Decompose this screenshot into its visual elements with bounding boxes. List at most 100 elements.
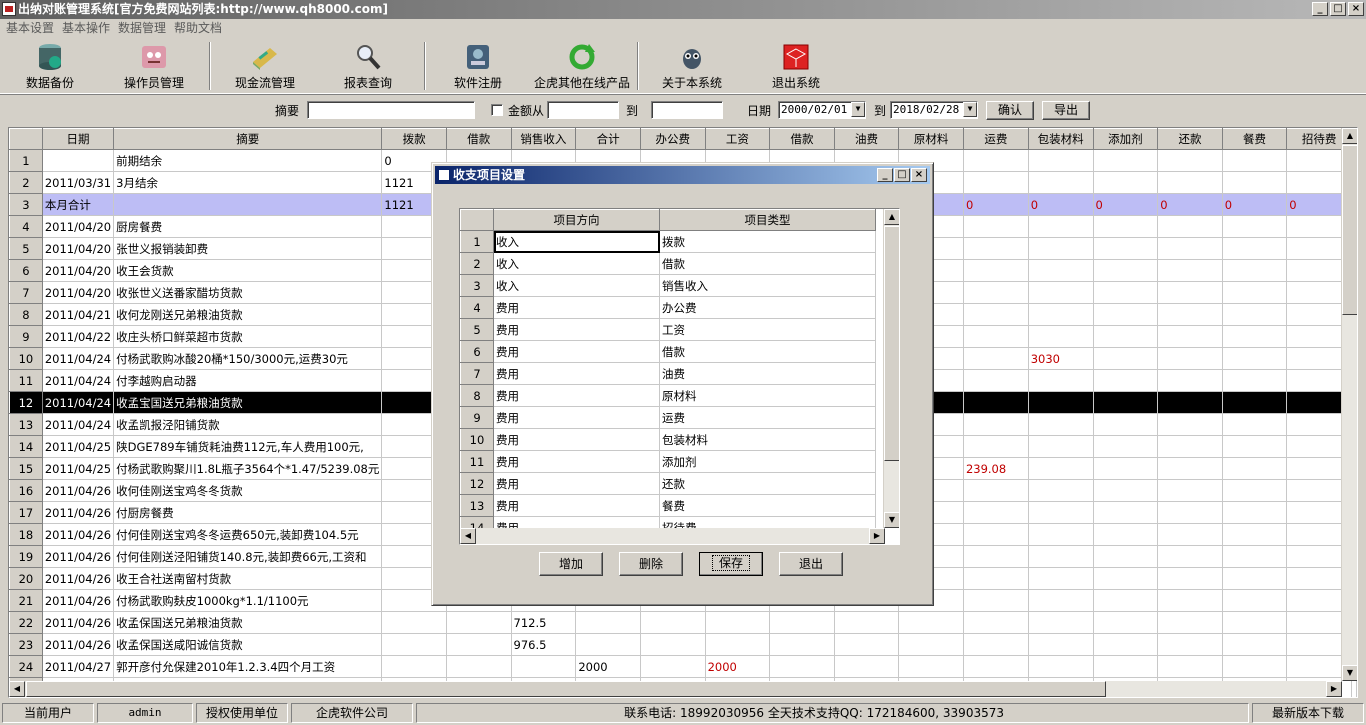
table-cell[interactable]: 收张世义送番家醋坊货款	[113, 281, 383, 304]
table-row[interactable]: 10 费用 包装材料	[460, 428, 876, 451]
table-cell[interactable]	[1221, 281, 1288, 304]
table-cell[interactable]	[1157, 171, 1223, 194]
table-row[interactable]: 23 2011/04/26 收孟保国送咸阳诚信货款 976.5	[9, 633, 1357, 656]
table-cell[interactable]: 收孟保国送咸阳诚信货款	[113, 633, 383, 656]
table-cell[interactable]: 2011/04/26	[41, 545, 115, 568]
table-cell[interactable]	[1157, 567, 1223, 590]
table-cell[interactable]	[1027, 303, 1094, 326]
table-cell[interactable]	[1092, 545, 1159, 568]
table-row[interactable]: 9 费用 运费	[460, 406, 876, 429]
table-cell[interactable]	[1027, 457, 1094, 480]
table-cell[interactable]	[1092, 523, 1159, 546]
table-cell[interactable]	[1027, 215, 1094, 238]
table-cell[interactable]	[1092, 501, 1159, 524]
table-row[interactable]: 5 费用 工资	[460, 318, 876, 341]
item-direction-cell[interactable]: 费用	[493, 450, 660, 473]
table-cell[interactable]	[962, 369, 1029, 392]
column-header[interactable]: 餐费	[1221, 128, 1288, 150]
table-cell[interactable]	[1157, 633, 1223, 656]
table-cell[interactable]	[1027, 413, 1094, 436]
row-number[interactable]: 21	[9, 589, 43, 612]
table-cell[interactable]	[962, 325, 1029, 348]
scroll-up-icon[interactable]: ▲	[884, 209, 899, 225]
row-number[interactable]: 18	[9, 523, 43, 546]
table-cell[interactable]: 3030	[1027, 347, 1094, 370]
table-cell[interactable]	[381, 633, 447, 656]
table-cell[interactable]	[1027, 237, 1094, 260]
exit-button[interactable]: 退出	[779, 552, 843, 576]
table-cell[interactable]	[1027, 171, 1094, 194]
item-direction-cell[interactable]: 费用	[493, 384, 660, 407]
delete-button[interactable]: 删除	[619, 552, 683, 576]
table-cell[interactable]	[1027, 655, 1094, 678]
menu-data-management[interactable]: 数据管理	[116, 19, 172, 38]
table-cell[interactable]: 收孟宝国送兄弟粮油货款	[113, 391, 383, 414]
table-cell[interactable]	[1221, 413, 1288, 436]
row-number[interactable]: 15	[9, 457, 43, 480]
table-cell[interactable]: 收何龙刚送兄弟粮油货款	[113, 303, 383, 326]
chevron-down-icon[interactable]: ▼	[963, 102, 977, 117]
table-cell[interactable]: 付杨武歌购聚川1.8L瓶子3564个*1.47/5239.08元	[113, 457, 383, 480]
table-cell[interactable]: 前期结余	[113, 149, 383, 172]
horizontal-scrollbar[interactable]: ◀ ▶	[9, 681, 1342, 697]
scroll-up-icon[interactable]: ▲	[1342, 128, 1357, 144]
item-direction-cell[interactable]: 费用	[493, 406, 660, 429]
table-cell[interactable]	[962, 611, 1029, 634]
table-row[interactable]: 6 费用 借款	[460, 340, 876, 363]
table-cell[interactable]	[1221, 347, 1288, 370]
table-cell[interactable]: 2011/04/26	[41, 633, 115, 656]
table-cell[interactable]: 郭开彦付允保建2010年1.2.3.4四个月工资	[113, 655, 383, 678]
save-button[interactable]: 保存	[699, 552, 763, 576]
export-button[interactable]: 导出	[1042, 101, 1090, 120]
exit-system-button[interactable]: 退出系统	[768, 42, 824, 91]
table-cell[interactable]	[41, 149, 115, 172]
row-number[interactable]: 10	[9, 347, 43, 370]
table-cell[interactable]: 陕DGE789车铺货耗油费112元,车人费用100元,	[113, 435, 383, 458]
table-cell[interactable]: 付厨房餐费	[113, 501, 383, 524]
row-number[interactable]: 3	[460, 274, 494, 297]
table-cell[interactable]: 2011/03/31	[41, 171, 115, 194]
table-cell[interactable]	[1221, 655, 1288, 678]
column-header[interactable]: 办公费	[639, 128, 706, 150]
table-cell[interactable]	[1092, 171, 1159, 194]
dialog-close-button[interactable]: ×	[911, 168, 927, 182]
table-cell[interactable]	[833, 655, 900, 678]
column-header[interactable]: 原材料	[898, 128, 964, 150]
table-cell[interactable]	[1221, 325, 1288, 348]
table-cell[interactable]: 2011/04/26	[41, 501, 115, 524]
table-cell[interactable]: 厨房餐费	[113, 215, 383, 238]
table-cell[interactable]	[1221, 149, 1288, 172]
table-cell[interactable]	[1092, 237, 1159, 260]
row-number[interactable]: 8	[460, 384, 494, 407]
table-cell[interactable]	[1027, 435, 1094, 458]
table-cell[interactable]	[1092, 369, 1159, 392]
table-cell[interactable]: 0	[1157, 193, 1223, 216]
item-type-cell[interactable]: 运费	[659, 406, 876, 429]
row-number[interactable]: 4	[460, 296, 494, 319]
table-cell[interactable]	[1157, 655, 1223, 678]
table-cell[interactable]	[1027, 633, 1094, 656]
minimize-button[interactable]: _	[1312, 2, 1328, 16]
table-cell[interactable]	[1027, 611, 1094, 634]
table-cell[interactable]	[1092, 589, 1159, 612]
item-type-cell[interactable]: 油费	[659, 362, 876, 385]
row-number[interactable]: 3	[9, 193, 43, 216]
table-cell[interactable]: 2011/04/21	[41, 303, 115, 326]
row-number[interactable]: 13	[9, 413, 43, 436]
table-cell[interactable]: 2000	[575, 655, 641, 678]
row-number[interactable]: 5	[460, 318, 494, 341]
row-number[interactable]: 20	[9, 567, 43, 590]
item-type-cell[interactable]: 包装材料	[659, 428, 876, 451]
row-number[interactable]: 9	[9, 325, 43, 348]
table-cell[interactable]	[1027, 589, 1094, 612]
row-number[interactable]: 13	[460, 494, 494, 517]
table-cell[interactable]: 收王会货款	[113, 259, 383, 282]
row-number[interactable]: 10	[460, 428, 494, 451]
table-cell[interactable]	[769, 633, 835, 656]
table-cell[interactable]	[898, 611, 964, 634]
table-cell[interactable]: 2011/04/20	[41, 237, 115, 260]
table-cell[interactable]	[1027, 501, 1094, 524]
item-direction-cell[interactable]: 收入	[493, 230, 660, 253]
table-cell[interactable]	[1092, 149, 1159, 172]
table-cell[interactable]: 付何佳刚送宝鸡冬冬运费650元,装卸费104.5元	[113, 523, 383, 546]
